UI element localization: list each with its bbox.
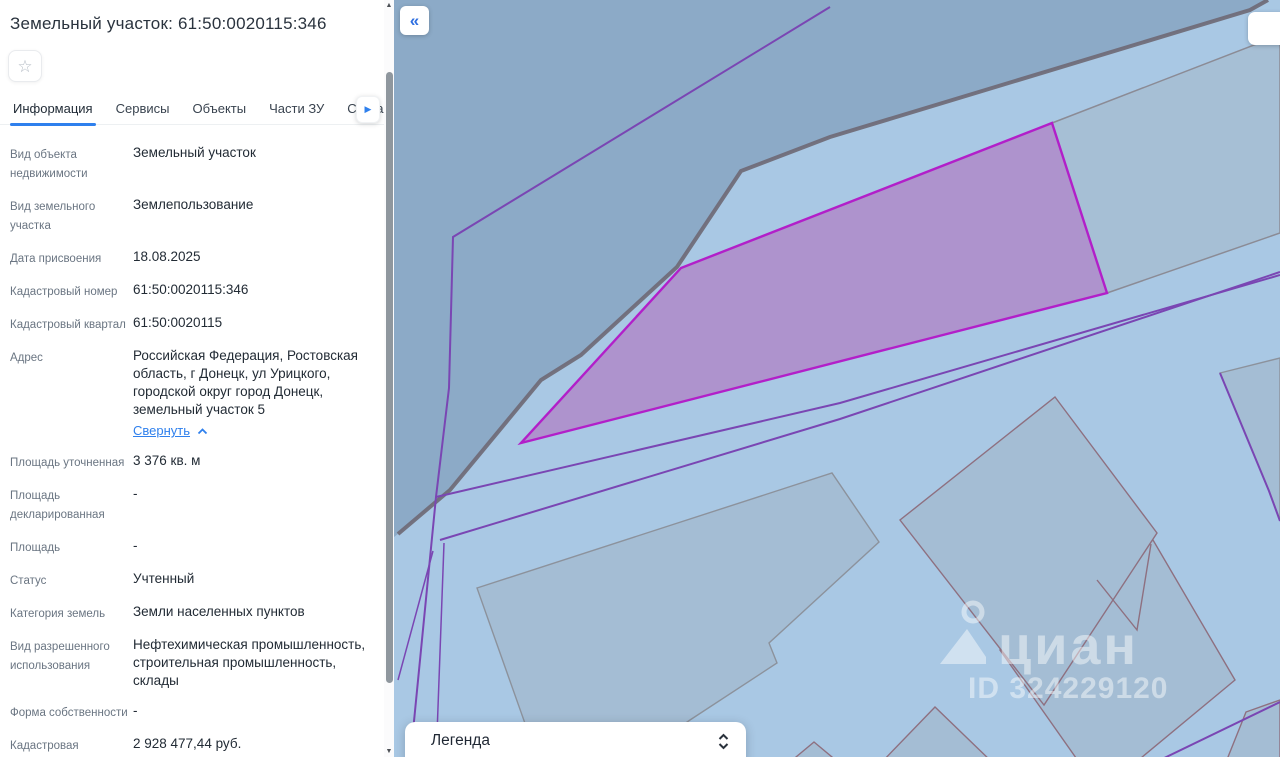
field-value: Землепользование bbox=[133, 196, 370, 214]
panel-collapse-button[interactable]: « bbox=[400, 6, 429, 35]
field-value: - bbox=[133, 485, 370, 503]
field-label: Вид объекта недвижимости bbox=[10, 149, 88, 180]
tab-bar: ИнформацияСервисыОбъектыЧасти ЗУСостаГ bbox=[0, 97, 384, 126]
expand-collapse-icon[interactable] bbox=[717, 732, 730, 752]
field-row: Кадастровая стоимость 2 928 477,44 руб. bbox=[10, 735, 370, 757]
tab-overflow-button[interactable]: ▶ bbox=[356, 96, 380, 123]
field-value-text: Учтенный bbox=[133, 571, 195, 586]
tab-1[interactable]: Сервисы bbox=[116, 97, 170, 124]
field-label: Статус bbox=[10, 575, 47, 587]
scroll-down-icon[interactable]: ▼ bbox=[384, 748, 394, 755]
field-label: Площадь декларированная bbox=[10, 490, 105, 521]
field-row: Вид объекта недвижимости Земельный участо… bbox=[10, 144, 370, 184]
tab-0[interactable]: Информация bbox=[10, 97, 96, 126]
field-value: 61:50:0020115:346 bbox=[133, 281, 370, 299]
field-row: Адрес Российская Федерация, Ростовская об… bbox=[10, 347, 370, 440]
legend-bar[interactable]: Легенда bbox=[405, 722, 746, 757]
field-row: Площадь - bbox=[10, 537, 370, 558]
field-label: Дата присвоения bbox=[10, 253, 102, 265]
field-row: Площадь декларированная - bbox=[10, 485, 370, 525]
chevron-up-icon bbox=[197, 427, 208, 434]
field-value-text: 18.08.2025 bbox=[133, 249, 201, 264]
tab-label: Объекты bbox=[192, 101, 247, 116]
field-value-text: - bbox=[133, 703, 138, 718]
field-row: Кадастровый квартал 61:50:0020115 bbox=[10, 314, 370, 335]
field-value-text: Землепользование bbox=[133, 197, 254, 212]
field-value-text: Земли населенных пунктов bbox=[133, 604, 305, 619]
legend-title: Легенда bbox=[431, 732, 490, 749]
field-label: Категория земель bbox=[10, 608, 106, 620]
field-label: Вид разрешенного использования bbox=[10, 641, 110, 672]
field-value: Российская Федерация, Ростовская область… bbox=[133, 347, 370, 440]
field-label: Площадь bbox=[10, 542, 61, 554]
field-value-text: - bbox=[133, 538, 138, 553]
field-row: Площадь уточненная 3 376 кв. м bbox=[10, 452, 370, 473]
field-row: Дата присвоения 18.08.2025 bbox=[10, 248, 370, 269]
map-layers: циан ID 324229120 bbox=[394, 0, 1280, 757]
field-row: Форма собственности - bbox=[10, 702, 370, 723]
field-value-text: - bbox=[133, 486, 138, 501]
field-label: Форма собственности bbox=[10, 707, 128, 719]
field-label: Вид земельного участка bbox=[10, 201, 96, 232]
watermark-brand: циан bbox=[998, 616, 1139, 676]
info-panel: Земельный участок: 61:50:0020115:346 ☆ И… bbox=[0, 0, 394, 757]
field-value: Учтенный bbox=[133, 570, 370, 588]
tab-label: Информация bbox=[13, 101, 93, 116]
star-icon: ☆ bbox=[17, 56, 33, 76]
chevrons-left-icon: « bbox=[409, 11, 420, 30]
field-label: Кадастровая стоимость bbox=[10, 740, 79, 752]
tab-3[interactable]: Части ЗУ bbox=[269, 97, 324, 124]
map-canvas[interactable]: циан ID 324229120 « Легенда bbox=[394, 0, 1280, 757]
field-value: - bbox=[133, 702, 370, 720]
field-label: Адрес bbox=[10, 352, 43, 364]
field-value: 18.08.2025 bbox=[133, 248, 370, 266]
favorite-button[interactable]: ☆ bbox=[8, 50, 42, 82]
field-value-text: Земельный участок bbox=[133, 145, 256, 160]
arrow-right-icon: ▶ bbox=[364, 104, 372, 114]
field-value: 61:50:0020115 bbox=[133, 314, 370, 332]
page-title: Земельный участок: 61:50:0020115:346 bbox=[10, 14, 327, 33]
field-value: 3 376 кв. м bbox=[133, 452, 370, 470]
scroll-up-icon[interactable]: ▲ bbox=[384, 2, 394, 9]
field-value-text: Нефтехимическая промышленность, строител… bbox=[133, 637, 366, 688]
field-value-text: 61:50:0020115 bbox=[133, 315, 223, 330]
field-value-text: 3 376 кв. м bbox=[133, 453, 201, 468]
field-label: Кадастровый квартал bbox=[10, 319, 126, 331]
field-label: Кадастровый номер bbox=[10, 286, 118, 298]
field-value-text: Российская Федерация, Ростовская область… bbox=[133, 348, 358, 417]
field-value: 2 928 477,44 руб. bbox=[133, 735, 370, 753]
collapse-address-row: Свернуть bbox=[133, 422, 370, 440]
field-value-text: 61:50:0020115:346 bbox=[133, 282, 249, 297]
collapse-address-link[interactable]: Свернуть bbox=[133, 422, 190, 440]
map-top-right-button[interactable] bbox=[1248, 12, 1280, 45]
field-value-text: 2 928 477,44 руб. bbox=[133, 736, 242, 751]
field-row: Кадастровый номер 61:50:0020115:346 bbox=[10, 281, 370, 302]
fields-list: Вид объекта недвижимости Земельный участо… bbox=[0, 144, 384, 757]
tab-label: Части ЗУ bbox=[269, 101, 325, 116]
field-label: Площадь уточненная bbox=[10, 457, 125, 469]
field-row: Статус Учтенный bbox=[10, 570, 370, 591]
panel-content: Земельный участок: 61:50:0020115:346 ☆ И… bbox=[0, 0, 384, 757]
watermark-id: ID 324229120 bbox=[968, 672, 1169, 705]
panel-scrollbar[interactable]: ▲ ▼ bbox=[384, 0, 394, 757]
field-row: Вид разрешенного использования Нефтехимич… bbox=[10, 636, 370, 690]
field-value: - bbox=[133, 537, 370, 555]
tab-2[interactable]: Объекты bbox=[192, 97, 246, 124]
field-value: Земельный участок bbox=[133, 144, 370, 162]
field-row: Вид земельного участка Землепользование bbox=[10, 196, 370, 236]
scrollbar-thumb[interactable] bbox=[385, 72, 393, 683]
tab-label: Сервисы bbox=[115, 101, 170, 116]
field-value: Земли населенных пунктов bbox=[133, 603, 370, 621]
field-value: Нефтехимическая промышленность, строител… bbox=[133, 636, 370, 690]
field-row: Категория земель Земли населенных пунктов bbox=[10, 603, 370, 624]
